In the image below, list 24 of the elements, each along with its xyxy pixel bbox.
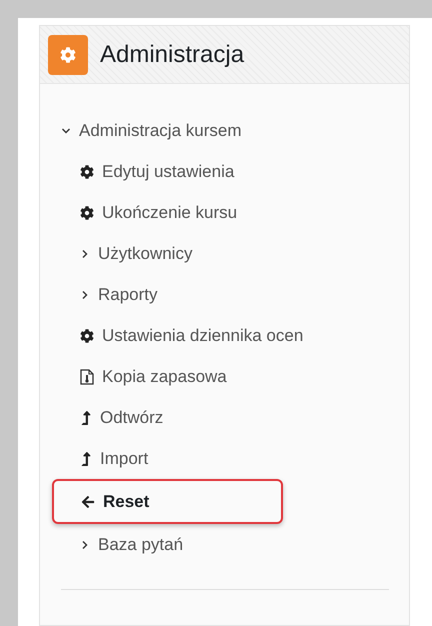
chevron-right-icon[interactable] bbox=[80, 540, 90, 550]
chevron-right-icon[interactable] bbox=[80, 248, 90, 258]
menu-item-label[interactable]: Odtwórz bbox=[100, 404, 164, 430]
menu-item-label[interactable]: Edytuj ustawienia bbox=[102, 158, 234, 184]
menu-item-label[interactable]: Raporty bbox=[98, 282, 158, 308]
up-arrow-icon bbox=[80, 452, 92, 466]
menu-item-label[interactable]: Administracja kursem bbox=[79, 118, 242, 144]
menu-item-label[interactable]: Reset bbox=[103, 488, 150, 514]
gear-icon bbox=[80, 206, 94, 220]
menu-item-label[interactable]: Import bbox=[100, 446, 148, 472]
file-icon bbox=[80, 368, 94, 384]
admin-icon bbox=[48, 34, 88, 74]
chevron-down-icon[interactable] bbox=[61, 126, 71, 136]
chevron-right-icon[interactable] bbox=[80, 290, 90, 300]
gear-icon bbox=[80, 164, 94, 178]
menu-item-label[interactable]: Ukończenie kursu bbox=[102, 200, 238, 226]
menu-item-label[interactable]: Baza pytań bbox=[98, 532, 184, 558]
menu-item-label[interactable]: Kopia zapasowa bbox=[102, 364, 227, 390]
up-arrow-icon bbox=[80, 410, 92, 424]
back-arrow-icon bbox=[81, 494, 95, 508]
menu-item-label[interactable]: Ustawienia dziennika ocen bbox=[102, 322, 304, 348]
gear-icon bbox=[80, 328, 94, 342]
block-title: Administracja bbox=[100, 40, 244, 70]
menu-item-label[interactable]: Użytkownicy bbox=[98, 240, 192, 266]
